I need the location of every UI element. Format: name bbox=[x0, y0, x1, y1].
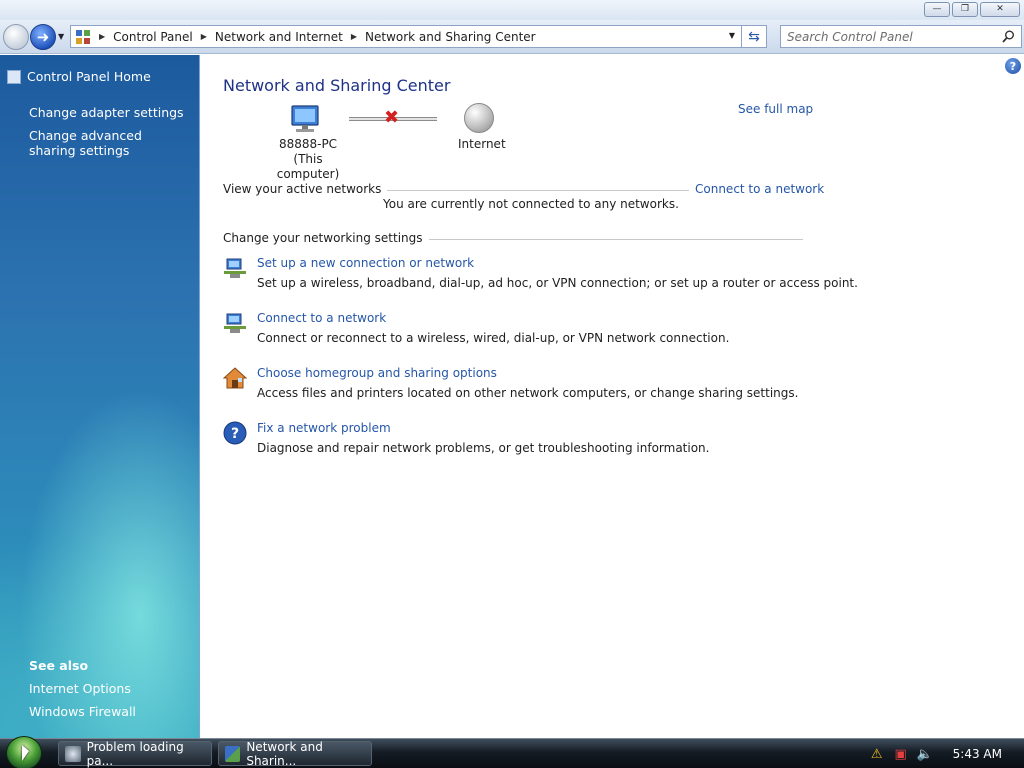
control-panel-icon bbox=[225, 745, 241, 762]
network-disconnected-icon[interactable]: ▣ bbox=[893, 746, 909, 762]
taskbar: Problem loading pa... Network and Sharin… bbox=[0, 736, 1024, 768]
restore-button[interactable]: ❐ bbox=[952, 2, 978, 17]
main-content: ? Network and Sharing Center See full ma… bbox=[201, 55, 1024, 738]
breadcrumb-separator-icon[interactable]: ▶ bbox=[201, 32, 207, 41]
help-question-icon: ? bbox=[223, 421, 247, 445]
setup-connection-link[interactable]: Set up a new connection or network bbox=[257, 256, 474, 270]
help-icon[interactable]: ? bbox=[1005, 58, 1021, 74]
clock[interactable]: 5:43 AM bbox=[953, 747, 1002, 761]
change-adapter-settings-link[interactable]: Change adapter settings bbox=[29, 105, 184, 120]
computer-name: 88888-PC bbox=[278, 137, 338, 151]
task-setup-connection: Set up a new connection or network Set u… bbox=[223, 256, 858, 296]
taskbar-button-label: Network and Sharin... bbox=[246, 739, 323, 768]
control-panel-home-link[interactable]: Control Panel Home bbox=[7, 69, 151, 84]
search-icon[interactable] bbox=[1002, 30, 1015, 43]
security-alert-icon[interactable]: ⚠ bbox=[869, 746, 885, 762]
breadcrumb-control-panel[interactable]: Control Panel bbox=[113, 30, 193, 44]
taskbar-button-network-center[interactable]: Network and Sharin... bbox=[218, 739, 372, 768]
control-panel-icon bbox=[76, 29, 90, 44]
see-also-heading: See also bbox=[29, 658, 89, 673]
breadcrumb-network-and-internet[interactable]: Network and Internet bbox=[215, 30, 343, 44]
left-navigation-pane: Control Panel Home Change adapter settin… bbox=[0, 55, 200, 738]
active-networks-heading: View your active networks bbox=[223, 182, 388, 196]
minimize-button[interactable]: — bbox=[924, 2, 950, 17]
control-panel-home-icon bbox=[7, 69, 21, 84]
change-advanced-sharing-settings-link[interactable]: Change advanced sharing settings bbox=[29, 128, 189, 158]
not-connected-message: You are currently not connected to any n… bbox=[383, 197, 679, 211]
arrow-right-icon: ➜ bbox=[36, 28, 50, 46]
browser-icon bbox=[65, 745, 81, 762]
internet-options-link[interactable]: Internet Options bbox=[29, 681, 131, 696]
window-controls: — ❐ ✕ bbox=[924, 2, 1020, 17]
internet-label: Internet bbox=[458, 137, 506, 151]
address-dropdown-icon[interactable]: ▼ bbox=[729, 31, 735, 40]
fix-network-problem-link[interactable]: Fix a network problem bbox=[257, 421, 391, 435]
task-connect-network: Connect to a network Connect or reconnec… bbox=[223, 311, 813, 351]
homegroup-sharing-link[interactable]: Choose homegroup and sharing options bbox=[257, 366, 497, 380]
svg-text:?: ? bbox=[231, 426, 239, 442]
internet-globe-icon[interactable] bbox=[464, 103, 494, 133]
windows-firewall-link[interactable]: Windows Firewall bbox=[29, 704, 136, 719]
this-computer-label: 88888-PC (This computer) bbox=[261, 137, 355, 182]
connect-to-network-link[interactable]: Connect to a network bbox=[689, 182, 825, 196]
task-fix-network-problem: ? Fix a network problem Diagnose and rep… bbox=[223, 421, 813, 461]
connect-network-description: Connect or reconnect to a wireless, wire… bbox=[257, 331, 730, 345]
forward-button[interactable]: ➜ bbox=[30, 24, 56, 50]
control-panel-home-label: Control Panel Home bbox=[27, 69, 151, 84]
networking-settings-section: Change your networking settings bbox=[223, 231, 803, 245]
address-bar[interactable]: ▶ Control Panel ▶ Network and Internet ▶… bbox=[70, 25, 742, 48]
back-button[interactable] bbox=[3, 24, 29, 50]
breadcrumb-network-and-sharing-center[interactable]: Network and Sharing Center bbox=[365, 30, 536, 44]
homegroup-icon bbox=[223, 367, 247, 389]
see-full-map-link[interactable]: See full map bbox=[738, 102, 813, 116]
taskbar-button-browser[interactable]: Problem loading pa... bbox=[58, 739, 212, 768]
refresh-button[interactable]: ⇆ bbox=[741, 25, 767, 48]
search-input[interactable] bbox=[781, 29, 991, 44]
homegroup-sharing-description: Access files and printers located on oth… bbox=[257, 386, 799, 400]
mouse-cursor-icon bbox=[22, 745, 29, 761]
page-title: Network and Sharing Center bbox=[223, 76, 451, 95]
networking-settings-heading: Change your networking settings bbox=[223, 231, 429, 245]
recent-pages-dropdown-icon[interactable]: ▼ bbox=[58, 32, 64, 41]
window-caption-bar: — ❐ ✕ bbox=[0, 0, 1024, 20]
network-setup-icon bbox=[224, 258, 246, 278]
navigation-bar: ➜ ▼ ▶ Control Panel ▶ Network and Intern… bbox=[0, 20, 1024, 54]
fix-network-problem-description: Diagnose and repair network problems, or… bbox=[257, 441, 710, 455]
refresh-icon: ⇆ bbox=[748, 28, 760, 45]
setup-connection-description: Set up a wireless, broadband, dial-up, a… bbox=[257, 276, 858, 290]
disconnected-x-icon[interactable]: ✖ bbox=[384, 109, 399, 127]
task-homegroup-sharing: Choose homegroup and sharing options Acc… bbox=[223, 366, 813, 406]
network-connect-icon bbox=[224, 313, 246, 333]
breadcrumb-separator-icon[interactable]: ▶ bbox=[351, 32, 357, 41]
connect-network-link[interactable]: Connect to a network bbox=[257, 311, 386, 325]
breadcrumb-separator-icon: ▶ bbox=[99, 32, 106, 41]
computer-subtitle: (This computer) bbox=[276, 152, 340, 181]
volume-muted-icon[interactable]: 🔈 bbox=[917, 746, 933, 762]
computer-icon[interactable] bbox=[289, 105, 323, 133]
system-tray: ⚠ ▣ 🔈 5:43 AM bbox=[869, 739, 1024, 768]
close-button[interactable]: ✕ bbox=[980, 2, 1020, 17]
search-box[interactable] bbox=[780, 25, 1022, 48]
taskbar-button-label: Problem loading pa... bbox=[86, 739, 184, 768]
